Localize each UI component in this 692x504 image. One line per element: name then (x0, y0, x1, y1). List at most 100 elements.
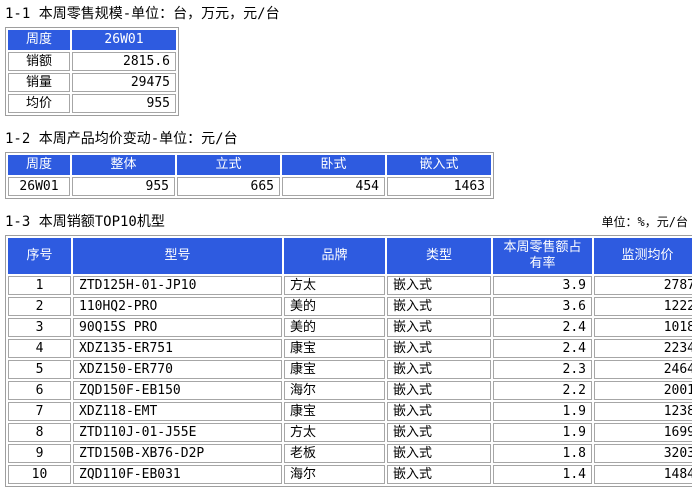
cell-brand: 康宝 (284, 339, 385, 358)
cell-model: XDZ135-ER751 (73, 339, 282, 358)
cell-retail-share: 2.3 (493, 360, 592, 379)
section-1-3-title-row: 1-3 本周销额TOP10机型 单位：%，元/台 (5, 214, 688, 230)
cell-model: XDZ118-EMT (73, 402, 282, 421)
cell-type: 嵌入式 (387, 276, 491, 295)
cell-rank: 5 (8, 360, 71, 379)
cell-model: ZQD110F-EB031 (73, 465, 282, 484)
table-row: 2 110HQ2-PRO 美的 嵌入式 3.6 1222 (8, 297, 692, 316)
cell-rank: 8 (8, 423, 71, 442)
cell-brand: 海尔 (284, 465, 385, 484)
table-header-row: 序号 型号 品牌 类型 本周零售额占有率 监测均价 (8, 238, 692, 274)
cell-brand: 康宝 (284, 402, 385, 421)
table-row: 4 XDZ135-ER751 康宝 嵌入式 2.4 2234 (8, 339, 692, 358)
col-header-horizontal: 卧式 (282, 155, 385, 175)
col-header-overall: 整体 (72, 155, 175, 175)
cell-type: 嵌入式 (387, 297, 491, 316)
cell-retail-share: 1.9 (493, 402, 592, 421)
cell-brand: 海尔 (284, 381, 385, 400)
cell-rank: 1 (8, 276, 71, 295)
table-row: 9 ZTD150B-XB76-D2P 老板 嵌入式 1.8 3203 (8, 444, 692, 463)
cell-model: ZTD125H-01-JP10 (73, 276, 282, 295)
cell-type: 嵌入式 (387, 360, 491, 379)
col-header-monitored-avg-price: 监测均价 (594, 238, 692, 274)
col-header-freestanding: 立式 (177, 155, 280, 175)
table-row: 均价 955 (8, 94, 176, 113)
cell-type: 嵌入式 (387, 423, 491, 442)
row-label-sales-volume: 销量 (8, 73, 70, 92)
cell-brand: 方太 (284, 423, 385, 442)
cell-overall-price: 955 (72, 177, 175, 196)
table-row: 销额 2815.6 (8, 52, 176, 71)
cell-model: XDZ150-ER770 (73, 360, 282, 379)
cell-retail-share: 3.9 (493, 276, 592, 295)
cell-monitored-avg-price: 2787 (594, 276, 692, 295)
cell-rank: 2 (8, 297, 71, 316)
cell-monitored-avg-price: 1484 (594, 465, 692, 484)
cell-freestanding-price: 665 (177, 177, 280, 196)
cell-model: ZQD150F-EB150 (73, 381, 282, 400)
cell-model: 110HQ2-PRO (73, 297, 282, 316)
table-header-row: 周度 26W01 (8, 30, 176, 50)
table-row: 10 ZQD110F-EB031 海尔 嵌入式 1.4 1484 (8, 465, 692, 484)
table-row: 3 90Q15S PRO 美的 嵌入式 2.4 1018 (8, 318, 692, 337)
cell-type: 嵌入式 (387, 318, 491, 337)
top10-models-table: 序号 型号 品牌 类型 本周零售额占有率 监测均价 1 ZTD125H-01-J… (5, 235, 692, 487)
table-row: 7 XDZ118-EMT 康宝 嵌入式 1.9 1238 (8, 402, 692, 421)
section-1-3-title: 1-3 本周销额TOP10机型 (5, 214, 165, 230)
col-header-week-value: 26W01 (72, 30, 176, 50)
cell-monitored-avg-price: 1222 (594, 297, 692, 316)
cell-rank: 4 (8, 339, 71, 358)
section-1-1-title: 1-1 本周零售规模-单位：台，万元，元/台 (5, 6, 280, 22)
cell-retail-share: 1.4 (493, 465, 592, 484)
cell-sales-volume: 29475 (72, 73, 176, 92)
avg-price-change-table: 周度 整体 立式 卧式 嵌入式 26W01 955 665 454 1463 (5, 152, 494, 199)
unit-note: 单位：%，元/台 (601, 215, 688, 229)
col-header-type: 类型 (387, 238, 491, 274)
cell-rank: 9 (8, 444, 71, 463)
cell-rank: 6 (8, 381, 71, 400)
cell-monitored-avg-price: 1018 (594, 318, 692, 337)
cell-monitored-avg-price: 2464 (594, 360, 692, 379)
cell-retail-share: 2.4 (493, 339, 592, 358)
col-header-retail-share: 本周零售额占有率 (493, 238, 592, 274)
cell-builtin-price: 1463 (387, 177, 491, 196)
col-header-rank: 序号 (8, 238, 71, 274)
cell-retail-share: 3.6 (493, 297, 592, 316)
report-page: 1-1 本周零售规模-单位：台，万元，元/台 周度 26W01 销额 2815.… (0, 0, 692, 487)
table-header-row: 周度 整体 立式 卧式 嵌入式 (8, 155, 491, 175)
table-row: 5 XDZ150-ER770 康宝 嵌入式 2.3 2464 (8, 360, 692, 379)
table-row: 6 ZQD150F-EB150 海尔 嵌入式 2.2 2001 (8, 381, 692, 400)
section-weekly-retail-scale: 1-1 本周零售规模-单位：台，万元，元/台 周度 26W01 销额 2815.… (5, 6, 688, 116)
table-row: 销量 29475 (8, 73, 176, 92)
cell-retail-share: 1.8 (493, 444, 592, 463)
cell-monitored-avg-price: 2234 (594, 339, 692, 358)
cell-type: 嵌入式 (387, 339, 491, 358)
cell-model: 90Q15S PRO (73, 318, 282, 337)
col-header-builtin: 嵌入式 (387, 155, 491, 175)
cell-horizontal-price: 454 (282, 177, 385, 196)
cell-monitored-avg-price: 3203 (594, 444, 692, 463)
cell-brand: 康宝 (284, 360, 385, 379)
section-top10-models: 1-3 本周销额TOP10机型 单位：%，元/台 序号 型号 品牌 类型 本周零… (5, 214, 692, 487)
table-row: 26W01 955 665 454 1463 (8, 177, 491, 196)
cell-retail-share: 2.4 (493, 318, 592, 337)
cell-rank: 3 (8, 318, 71, 337)
table-row: 1 ZTD125H-01-JP10 方太 嵌入式 3.9 2787 (8, 276, 692, 295)
table-row: 8 ZTD110J-01-J55E 方太 嵌入式 1.9 1699 (8, 423, 692, 442)
cell-brand: 美的 (284, 318, 385, 337)
section-1-2-title: 1-2 本周产品均价变动-单位：元/台 (5, 131, 238, 147)
col-header-brand: 品牌 (284, 238, 385, 274)
section-avg-price-change: 1-2 本周产品均价变动-单位：元/台 周度 整体 立式 卧式 嵌入式 26W0… (5, 131, 688, 199)
cell-monitored-avg-price: 1238 (594, 402, 692, 421)
cell-type: 嵌入式 (387, 444, 491, 463)
cell-type: 嵌入式 (387, 402, 491, 421)
row-label-avg-price: 均价 (8, 94, 70, 113)
cell-type: 嵌入式 (387, 381, 491, 400)
cell-sales-amount: 2815.6 (72, 52, 176, 71)
cell-week: 26W01 (8, 177, 70, 196)
col-header-week: 周度 (8, 30, 70, 50)
cell-avg-price: 955 (72, 94, 176, 113)
cell-brand: 老板 (284, 444, 385, 463)
cell-retail-share: 1.9 (493, 423, 592, 442)
cell-model: ZTD150B-XB76-D2P (73, 444, 282, 463)
